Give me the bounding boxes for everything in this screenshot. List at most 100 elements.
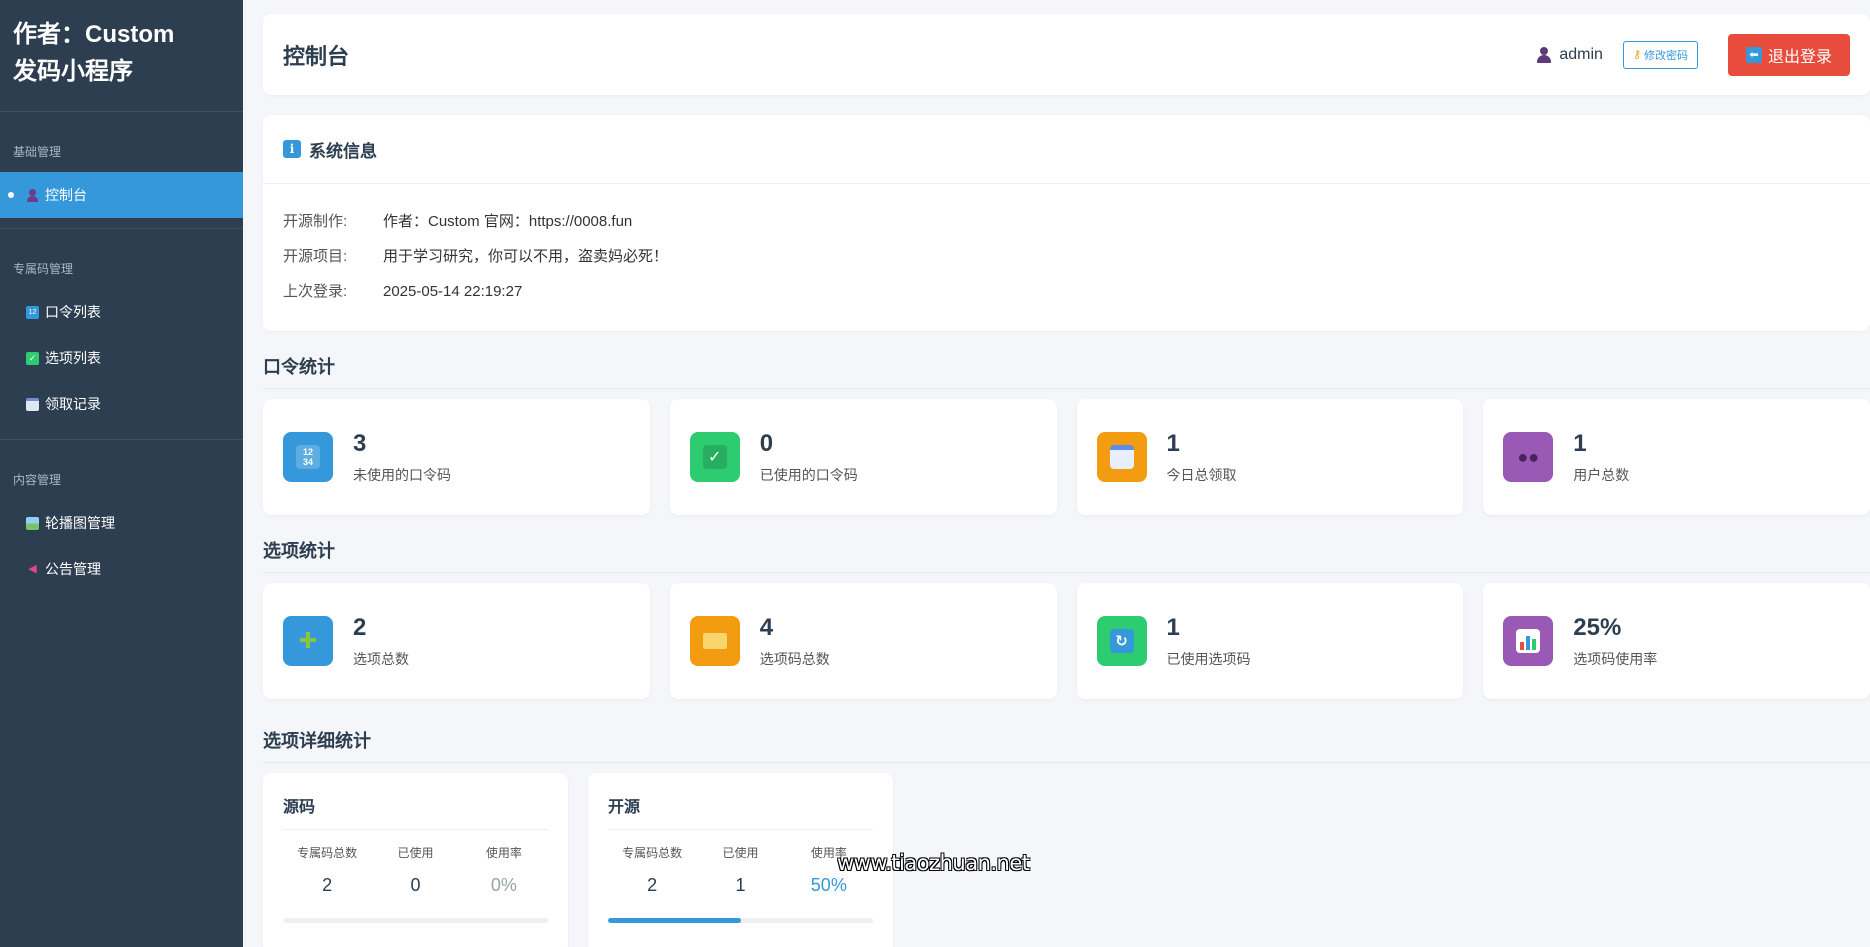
header: 控制台 admin ⚷ 修改密码 ⬅ 退出登录 [263, 14, 1870, 95]
stat-value: 0 [759, 430, 774, 457]
nav-section-content: 内容管理 轮播图管理 ◀ 公告管理 [0, 440, 243, 604]
sidebar-item-label: 领取记录 [45, 396, 101, 412]
sidebar-item-label: 轮播图管理 [45, 515, 115, 531]
stat-label: 选项码总数 [759, 651, 830, 667]
stat-used: 0 [410, 875, 421, 895]
puzzle-icon: ✚ [283, 616, 333, 666]
stat-value: 3 [353, 430, 367, 457]
stat-used: 1 [735, 875, 746, 895]
stat-card-today-claims: 1 今日总领取 [1076, 399, 1464, 515]
stat-label: 选项总数 [353, 651, 409, 667]
stat-header: 已使用 [722, 846, 759, 860]
sidebar-item-option-list[interactable]: ✓ 选项列表 [0, 335, 243, 381]
stat-header: 专属码总数 [622, 846, 683, 860]
stat-card-used-option-codes: ↻ 1 已使用选项码 [1076, 583, 1464, 699]
info-value: 2025-05-14 22:19:27 [383, 283, 523, 300]
stat-total: 2 [647, 875, 658, 895]
detail-stats-row: 专属码总数 2 已使用 1 使用率 50% [608, 844, 873, 896]
stat-value: 4 [759, 614, 774, 641]
stat-value: 25% [1573, 614, 1622, 641]
user-icon [1537, 46, 1552, 63]
brand-line2: 发码小程序 [13, 58, 133, 85]
detail-card-source: 源码 专属码总数 2 已使用 0 使用率 0% [263, 773, 568, 947]
stat-label: 已使用选项码 [1166, 651, 1251, 667]
sidebar-item-command-list[interactable]: 12 口令列表 [0, 289, 243, 335]
numbers-icon: 12 34 [283, 432, 333, 482]
calendar-icon [26, 397, 39, 411]
command-stats-title: 口令统计 [263, 345, 1870, 389]
stat-label: 已使用的口令码 [759, 467, 858, 483]
stat-label: 用户总数 [1573, 467, 1630, 483]
brand-line1: 作者：Custom [13, 21, 175, 48]
change-password-label: 修改密码 [1644, 49, 1688, 62]
usage-progress-fill [608, 918, 741, 923]
sidebar-item-claim-records[interactable]: 领取记录 [0, 381, 243, 427]
checkbox-icon: ✓ [26, 351, 39, 365]
usage-progress-bar [283, 918, 548, 923]
stat-card-total-options: ✚ 2 选项总数 [263, 583, 650, 699]
detail-card-title: 源码 [283, 793, 548, 830]
info-key: 上次登录: [283, 283, 348, 300]
stat-total: 2 [322, 875, 333, 895]
logout-button[interactable]: ⬅ 退出登录 [1728, 33, 1850, 76]
nav-section-basic: 基础管理 控制台 [0, 112, 243, 229]
sidebar-item-label: 公告管理 [45, 561, 101, 577]
sidebar-item-announcement[interactable]: ◀ 公告管理 [0, 546, 243, 592]
nav-section-title: 基础管理 [13, 145, 62, 159]
nav-section-codes: 专属码管理 12 口令列表 ✓ 选项列表 领取记录 [0, 229, 243, 440]
sidebar-item-label: 选项列表 [45, 350, 101, 366]
sidebar-item-dashboard[interactable]: 控制台 [0, 172, 243, 218]
nav-section-title: 专属码管理 [13, 262, 74, 276]
sidebar-item-label: 控制台 [45, 187, 87, 203]
page-title: 控制台 [283, 43, 350, 69]
info-key: 开源制作: [283, 213, 348, 230]
info-value: 作者：Custom 官网：https://0008.fun [383, 213, 633, 230]
change-password-button[interactable]: ⚷ 修改密码 [1622, 40, 1698, 69]
main-content: 控制台 admin ⚷ 修改密码 ⬅ 退出登录 i 系统信息 开源制作: 作者：… [263, 14, 1870, 947]
stat-header: 使用率 [485, 846, 522, 860]
detail-stats-row: 专属码总数 2 已使用 0 使用率 0% [283, 844, 548, 896]
stat-value: 1 [1573, 430, 1587, 457]
system-info-header: i 系统信息 [263, 115, 1870, 184]
card-icon [689, 616, 740, 666]
option-stats-cards: ✚ 2 选项总数 4 选项码总数 ↻ 1 已使用选项码 25% 选项码使用率 [263, 583, 1870, 699]
stat-rate: 0% [490, 875, 517, 895]
info-row: 上次登录: 2025-05-14 22:19:27 [283, 274, 1850, 309]
user-icon [26, 188, 39, 202]
usage-progress-bar [608, 918, 873, 923]
system-info-body: 开源制作: 作者：Custom 官网：https://0008.fun 开源项目… [263, 184, 1870, 329]
megaphone-icon: ◀ [28, 562, 37, 575]
stat-card-total-users: ●● 1 用户总数 [1483, 399, 1870, 515]
stat-label: 选项码使用率 [1573, 651, 1658, 667]
numbers-icon: 12 [26, 305, 39, 319]
refresh-icon: ↻ [1096, 616, 1147, 666]
info-icon: i [283, 140, 301, 158]
stat-card-option-usage-rate: 25% 选项码使用率 [1483, 583, 1870, 699]
checkmark-icon: ✓ [689, 432, 740, 482]
info-row: 开源制作: 作者：Custom 官网：https://0008.fun [283, 204, 1850, 239]
calendar-icon [1096, 432, 1147, 482]
back-arrow-icon: ⬅ [1745, 46, 1762, 63]
stat-value: 1 [1166, 430, 1180, 457]
brand: 作者：Custom 发码小程序 [0, 0, 243, 112]
info-key: 开源项目: [283, 248, 348, 265]
stat-card-unused-commands: 12 34 3 未使用的口令码 [263, 399, 650, 515]
detail-card-title: 开源 [608, 793, 873, 830]
bar-chart-icon [1503, 616, 1554, 666]
logout-label: 退出登录 [1767, 48, 1832, 66]
picture-icon [26, 516, 39, 530]
key-icon: ⚷ [1632, 49, 1641, 61]
stat-value: 2 [353, 614, 367, 641]
stat-rate: 50% [810, 875, 847, 895]
stat-label: 未使用的口令码 [353, 467, 451, 483]
option-stats-title: 选项统计 [263, 529, 1870, 573]
watermark: www.tiaozhuan.net [837, 851, 1030, 875]
stat-header: 已使用 [397, 846, 434, 860]
sidebar: 作者：Custom 发码小程序 基础管理 控制台 专属码管理 12 口令列表 ✓… [0, 0, 243, 947]
current-user: admin [1537, 46, 1603, 64]
sidebar-item-carousel[interactable]: 轮播图管理 [0, 500, 243, 546]
stat-card-total-option-codes: 4 选项码总数 [669, 583, 1057, 699]
nav-section-title: 内容管理 [13, 473, 62, 487]
stat-label: 今日总领取 [1166, 467, 1237, 483]
detail-stats-title: 选项详细统计 [263, 719, 1870, 763]
